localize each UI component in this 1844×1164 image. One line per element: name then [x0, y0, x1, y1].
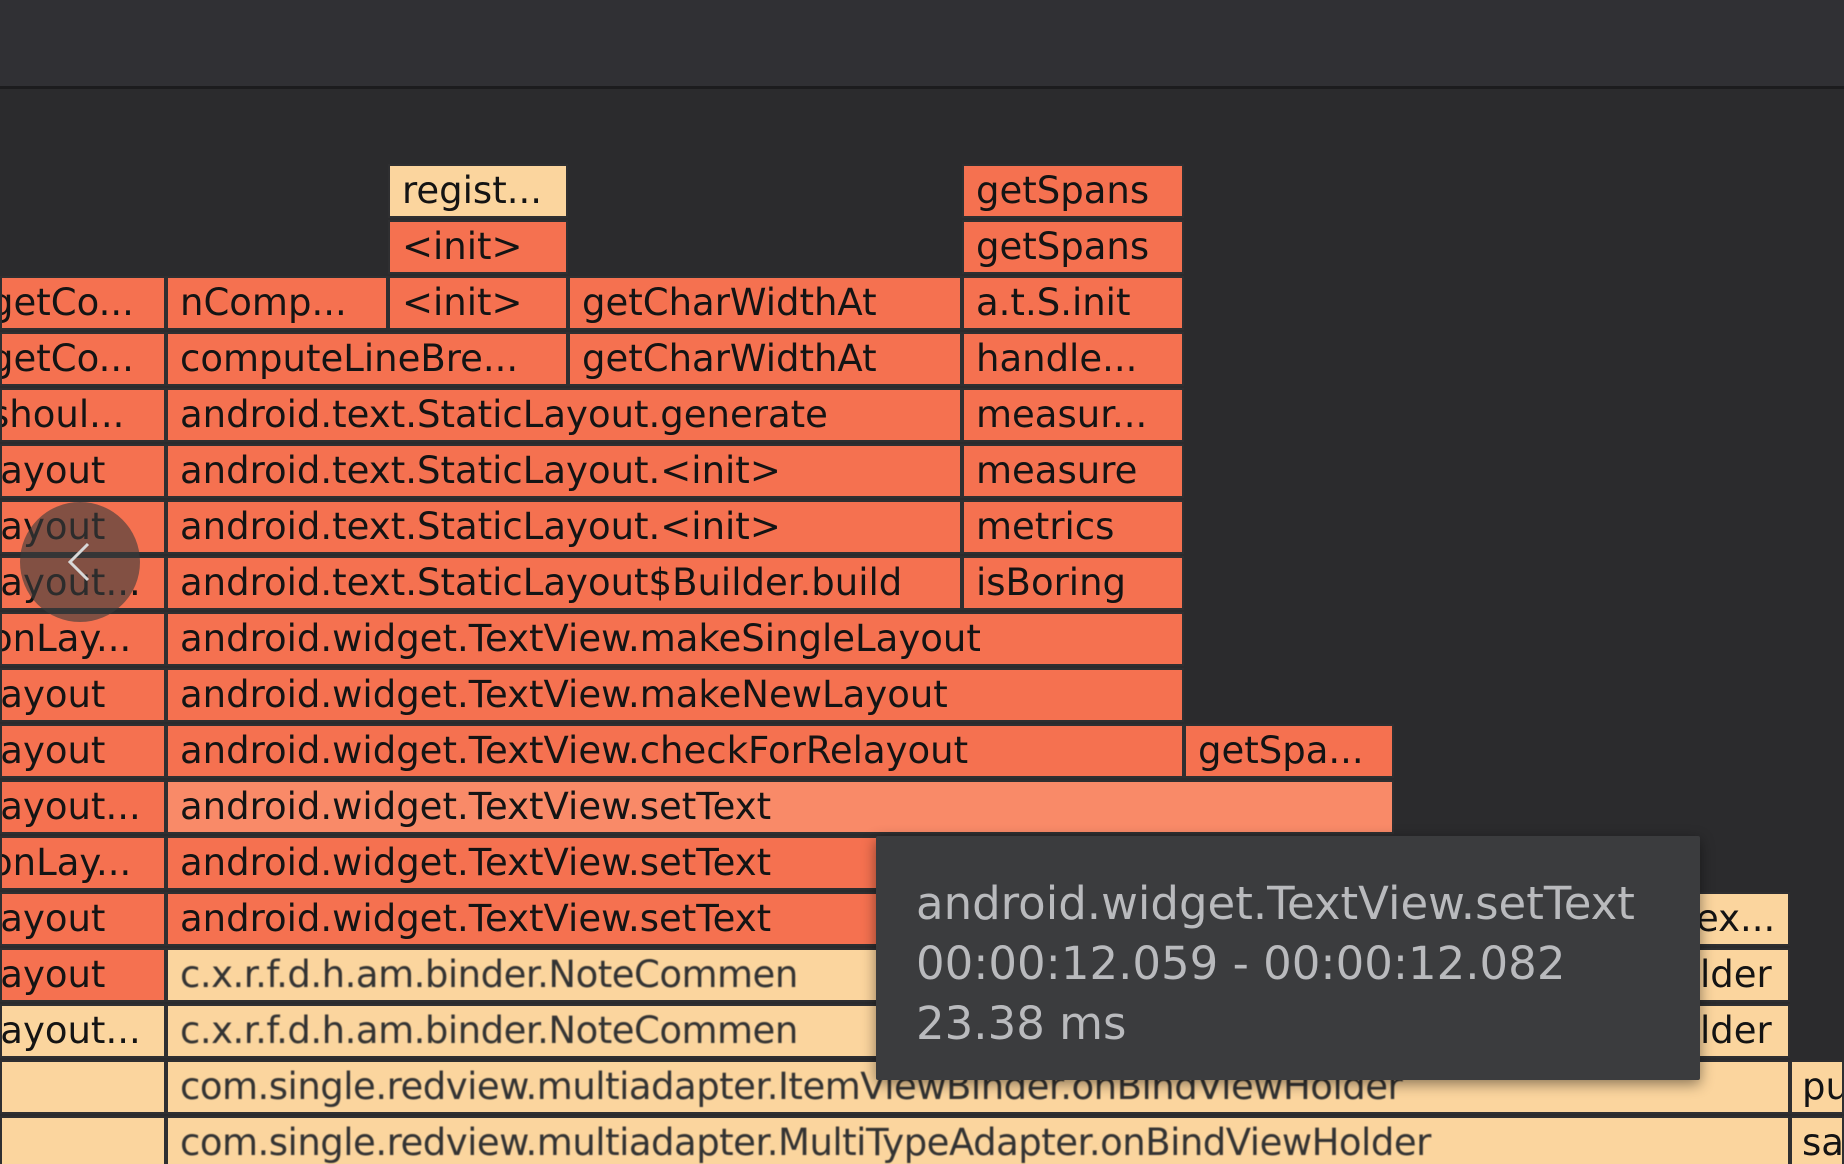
flame-frame[interactable]: metrics: [962, 500, 1184, 554]
flame-frame[interactable]: getCo...: [0, 332, 166, 386]
flame-frame[interactable]: android.widget.TextView.checkForRelayout: [166, 724, 1184, 778]
flame-frame[interactable]: [0, 1116, 166, 1164]
flame-frame[interactable]: android.text.StaticLayout.<init>: [166, 444, 962, 498]
flame-frame[interactable]: com.single.redview.multiadapter.MultiTyp…: [166, 1116, 1790, 1164]
flame-frame[interactable]: getSpans: [962, 164, 1184, 218]
tooltip-method: android.widget.TextView.setText: [916, 877, 1635, 930]
flame-frame[interactable]: layout: [0, 724, 166, 778]
flame-frame[interactable]: android.text.StaticLayout.<init>: [166, 500, 962, 554]
tooltip-time-range: 00:00:12.059 - 00:00:12.082: [916, 937, 1566, 990]
flame-frame[interactable]: getSpa...: [1184, 724, 1394, 778]
flame-frame[interactable]: getCharWidthAt: [568, 332, 962, 386]
flame-frame[interactable]: layout: [0, 892, 166, 946]
flame-frame[interactable]: nComp...: [166, 276, 388, 330]
flame-frame[interactable]: isBoring: [962, 556, 1184, 610]
chevron-left-icon: [67, 542, 90, 582]
flame-frame[interactable]: handle...: [962, 332, 1184, 386]
flame-frame: lder: [1700, 1004, 1790, 1058]
flame-frame[interactable]: regist...: [388, 164, 568, 218]
flame-frame[interactable]: pu: [1790, 1060, 1844, 1114]
tooltip-duration: 23.38 ms: [916, 997, 1127, 1050]
flame-frame[interactable]: layout: [0, 668, 166, 722]
flame-frame[interactable]: onLay...: [0, 836, 166, 890]
flame-frame[interactable]: shoul...: [0, 388, 166, 442]
flame-frame-hovered[interactable]: android.widget.TextView.setText: [166, 780, 1394, 834]
back-button[interactable]: [20, 502, 140, 622]
flame-frame[interactable]: android.text.StaticLayout$Builder.build: [166, 556, 962, 610]
flame-frame[interactable]: android.text.StaticLayout.generate: [166, 388, 962, 442]
flame-frame[interactable]: layout: [0, 948, 166, 1002]
flame-frame[interactable]: layout...: [0, 1004, 166, 1058]
flame-frame[interactable]: [0, 1060, 166, 1114]
flame-chart-window: regist... getSpans <init> getSpans getCo…: [0, 0, 1844, 1164]
flame-frame[interactable]: computeLineBre...: [166, 332, 568, 386]
flame-frame[interactable]: getCharWidthAt: [568, 276, 962, 330]
flame-frame[interactable]: getCo...: [0, 276, 166, 330]
flame-frame[interactable]: getSpans: [962, 220, 1184, 274]
flame-frame[interactable]: layout...: [0, 780, 166, 834]
flame-frame[interactable]: sa: [1790, 1116, 1844, 1164]
frame-tooltip: android.widget.TextView.setText 00:00:12…: [876, 836, 1700, 1080]
flame-frame: lder: [1700, 948, 1790, 1002]
flame-frame[interactable]: <init>: [388, 276, 568, 330]
flame-frame[interactable]: layout: [0, 444, 166, 498]
flame-frame[interactable]: android.widget.TextView.makeSingleLayout: [166, 612, 1184, 666]
flame-frame[interactable]: android.widget.TextView.makeNewLayout: [166, 668, 1184, 722]
flame-frame[interactable]: measure: [962, 444, 1184, 498]
flame-frame[interactable]: <init>: [388, 220, 568, 274]
flame-frame[interactable]: measur...: [962, 388, 1184, 442]
flame-frame[interactable]: a.t.S.init: [962, 276, 1184, 330]
